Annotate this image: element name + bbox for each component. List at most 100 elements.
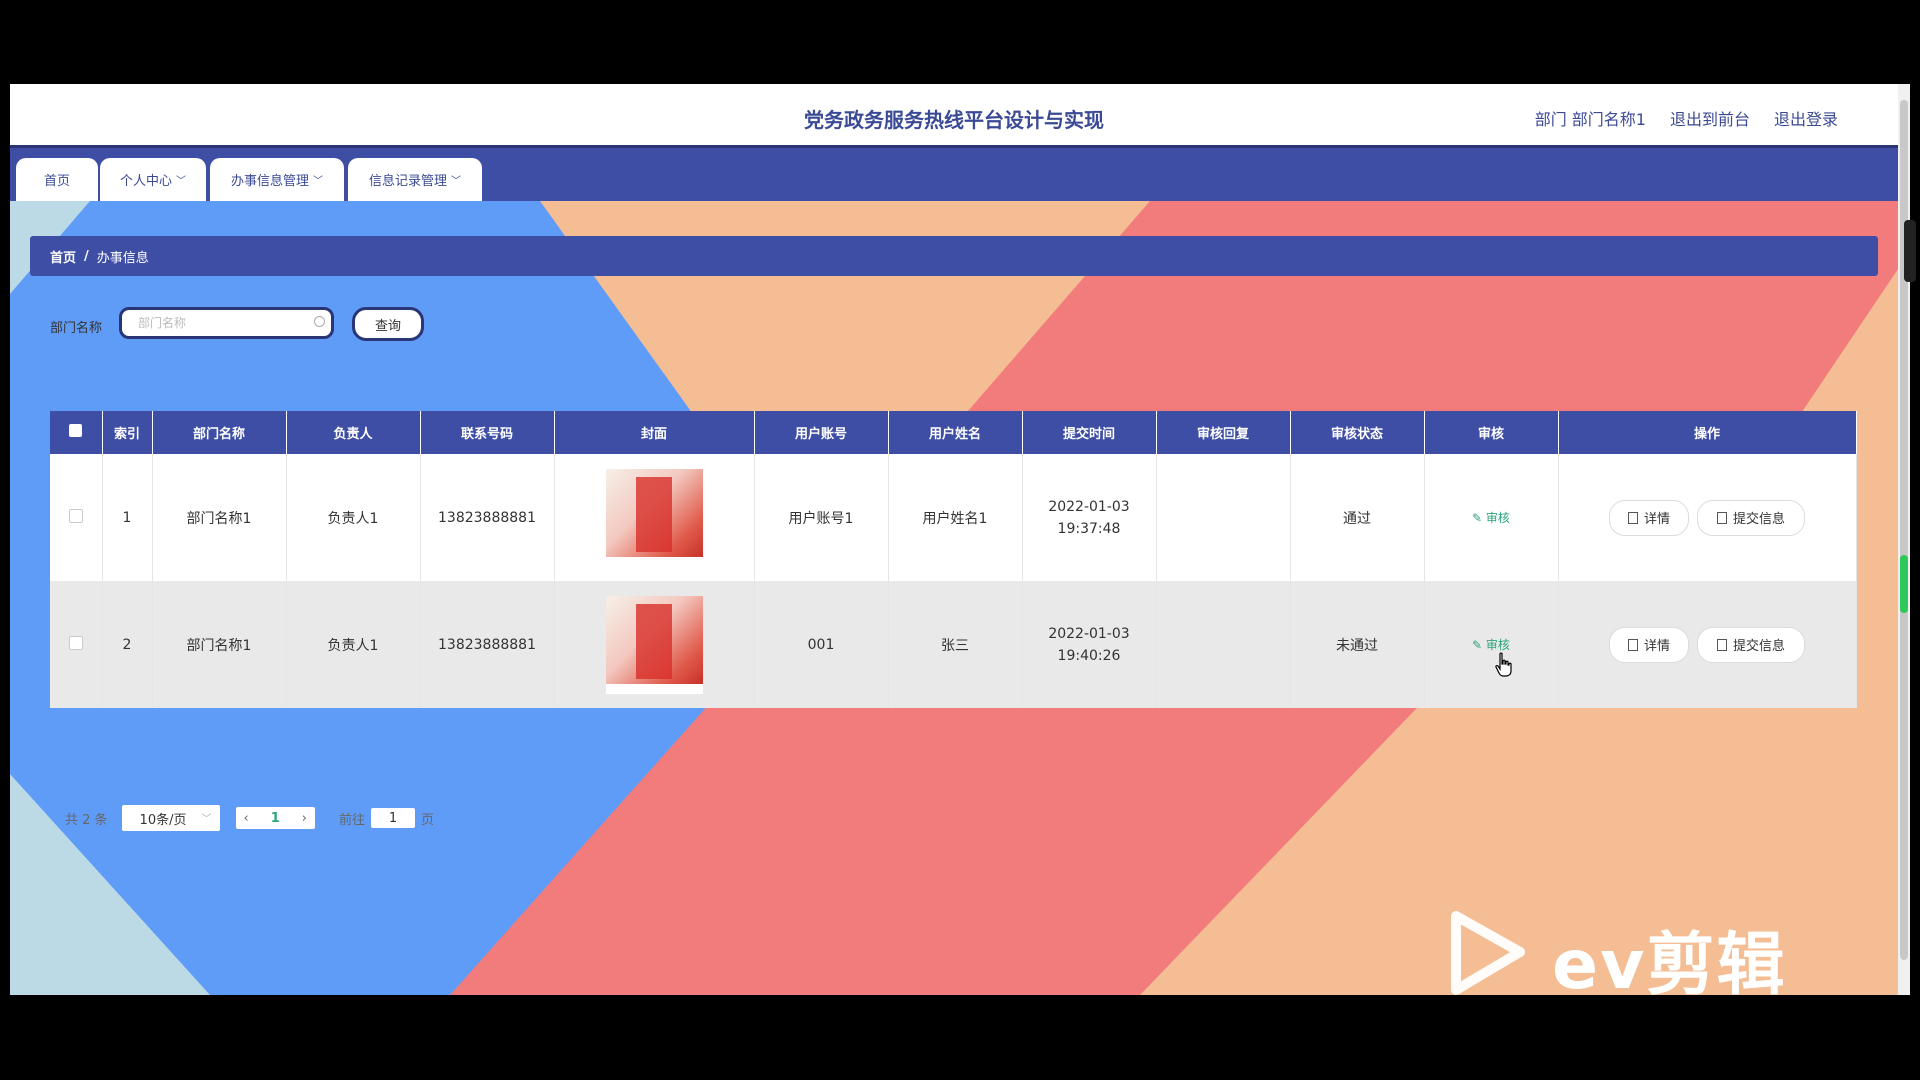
pagination: 共 2 条 10条/页 ﹀ ‹ 1 › 前往 1 页 (65, 805, 434, 831)
document-icon (1716, 638, 1727, 651)
submit-info-button[interactable]: 提交信息 (1697, 499, 1805, 536)
col-status: 审核状态 (1290, 411, 1425, 454)
col-phone: 联系号码 (420, 411, 555, 454)
table-row: 2 部门名称1 负责人1 13823888881 001 张三 2022-01-… (50, 581, 1857, 708)
hand-cursor-icon (1495, 652, 1512, 677)
chevron-down-icon: ﹀ (201, 814, 212, 825)
nav-personal-center[interactable]: 个人中心 ﹀ (100, 158, 206, 201)
col-audit: 审核 (1424, 411, 1559, 454)
goto-suffix: 页 (421, 812, 435, 828)
row-leader: 负责人1 (286, 581, 421, 708)
table-row: 1 部门名称1 负责人1 13823888881 用户账号1 用户姓名1 202… (50, 454, 1857, 581)
poster-strip (605, 683, 703, 694)
col-leader: 负责人 (286, 411, 421, 454)
document-icon (1627, 638, 1638, 651)
prev-page-icon[interactable]: ‹ (244, 811, 249, 826)
audit-link-label: 审核 (1485, 511, 1510, 525)
row-phone: 13823888881 (420, 454, 555, 581)
nav-records-management-label: 信息记录管理 (368, 174, 447, 189)
browser-viewport: 党务政务服务热线平台设计与实现 部门 部门名称1 退出到前台 退出登录 首页 个… (10, 84, 1898, 995)
poster-strip (605, 556, 703, 567)
top-header: 党务政务服务热线平台设计与实现 部门 部门名称1 退出到前台 退出登录 (10, 84, 1898, 148)
row-reply (1156, 454, 1291, 581)
detail-button-label: 详情 (1643, 512, 1670, 527)
select-all-checkbox[interactable] (69, 424, 83, 437)
current-page[interactable]: 1 (271, 811, 280, 826)
row-reply (1156, 581, 1291, 708)
green-indicator (1900, 555, 1908, 613)
audit-link[interactable]: ✎ 审核 (1472, 638, 1510, 652)
breadcrumb-home[interactable]: 首页 (50, 247, 76, 266)
breadcrumb-separator: / (84, 248, 89, 264)
edit-icon: ✎ (1472, 511, 1486, 525)
row-name: 用户姓名1 (888, 454, 1023, 581)
chevron-down-icon: ﹀ (451, 176, 461, 187)
pager: ‹ 1 › (235, 807, 315, 829)
chevron-down-icon: ﹀ (313, 176, 323, 187)
audit-link[interactable]: ✎ 审核 (1472, 511, 1510, 525)
col-actions: 操作 (1558, 411, 1857, 454)
row-account: 用户账号1 (754, 454, 889, 581)
row-checkbox[interactable] (68, 635, 83, 650)
document-icon (1716, 511, 1727, 524)
side-marker (1904, 220, 1916, 282)
goto-page-input[interactable]: 1 (371, 808, 416, 828)
search-icon (314, 316, 325, 327)
nav-personal-center-label: 个人中心 (119, 174, 172, 189)
affairs-table: 索引 部门名称 负责人 联系号码 封面 用户账号 用户姓名 提交时间 审核回复 … (50, 411, 1857, 708)
row-dept: 部门名称1 (152, 581, 287, 708)
nav-home-label: 首页 (43, 174, 70, 189)
poster-band (635, 603, 672, 679)
row-status: 通过 (1290, 454, 1425, 581)
row-account: 001 (754, 581, 889, 708)
dept-user-label[interactable]: 部门 部门名称1 (1535, 106, 1646, 130)
breadcrumb-current: 办事信息 (96, 250, 149, 266)
dept-name-input[interactable] (136, 315, 320, 331)
row-name: 张三 (888, 581, 1023, 708)
row-checkbox[interactable] (68, 508, 83, 523)
poster-band (635, 476, 672, 552)
detail-button[interactable]: 详情 (1609, 626, 1689, 663)
audit-link-label: 审核 (1485, 638, 1510, 652)
goto-prefix: 前往 (339, 812, 366, 828)
select-all-header[interactable] (50, 411, 103, 454)
breadcrumb: 首页 / 办事信息 (30, 236, 1878, 276)
nav-affairs-management[interactable]: 办事信息管理 ﹀ (210, 158, 344, 201)
document-icon (1627, 511, 1638, 524)
query-button[interactable]: 查询 (352, 307, 424, 341)
row-status: 未通过 (1290, 581, 1425, 708)
search-label: 部门名称 (50, 321, 103, 336)
chevron-down-icon: ﹀ (176, 176, 186, 187)
col-reply: 审核回复 (1156, 411, 1291, 454)
page-size-value: 10条/页 (139, 812, 187, 828)
next-page-icon[interactable]: › (302, 811, 307, 826)
row-time: 2022-01-03 19:37:48 (1022, 454, 1157, 581)
submit-info-button-label: 提交信息 (1732, 512, 1785, 527)
edit-icon: ✎ (1472, 638, 1486, 652)
submit-info-button[interactable]: 提交信息 (1697, 626, 1805, 663)
dept-name-search[interactable] (119, 307, 334, 339)
nav-bar: 首页 个人中心 ﹀ 办事信息管理 ﹀ 信息记录管理 ﹀ (10, 148, 1898, 201)
col-time: 提交时间 (1022, 411, 1157, 454)
nav-records-management[interactable]: 信息记录管理 ﹀ (348, 158, 482, 201)
col-cover: 封面 (554, 411, 755, 454)
page-size-select[interactable]: 10条/页 ﹀ (121, 805, 220, 831)
submit-info-button-label: 提交信息 (1732, 639, 1785, 654)
cover-image[interactable] (605, 468, 703, 567)
nav-home[interactable]: 首页 (16, 158, 98, 201)
detail-button[interactable]: 详情 (1609, 499, 1689, 536)
ev-watermark: ev剪辑 (1440, 904, 1820, 1005)
exit-to-front-link[interactable]: 退出到前台 (1670, 106, 1750, 130)
row-time: 2022-01-03 19:40:26 (1022, 581, 1157, 708)
total-count: 共 2 条 (65, 812, 108, 828)
row-phone: 13823888881 (420, 581, 555, 708)
detail-button-label: 详情 (1643, 639, 1670, 654)
col-dept: 部门名称 (152, 411, 287, 454)
watermark-text: ev剪辑 (1552, 926, 1787, 1005)
cover-image[interactable] (605, 595, 703, 694)
col-name: 用户姓名 (888, 411, 1023, 454)
goto-page: 前往 1 页 (339, 808, 434, 828)
play-logo-icon (1451, 911, 1525, 995)
logout-link[interactable]: 退出登录 (1774, 106, 1838, 130)
row-index: 2 (102, 581, 153, 708)
